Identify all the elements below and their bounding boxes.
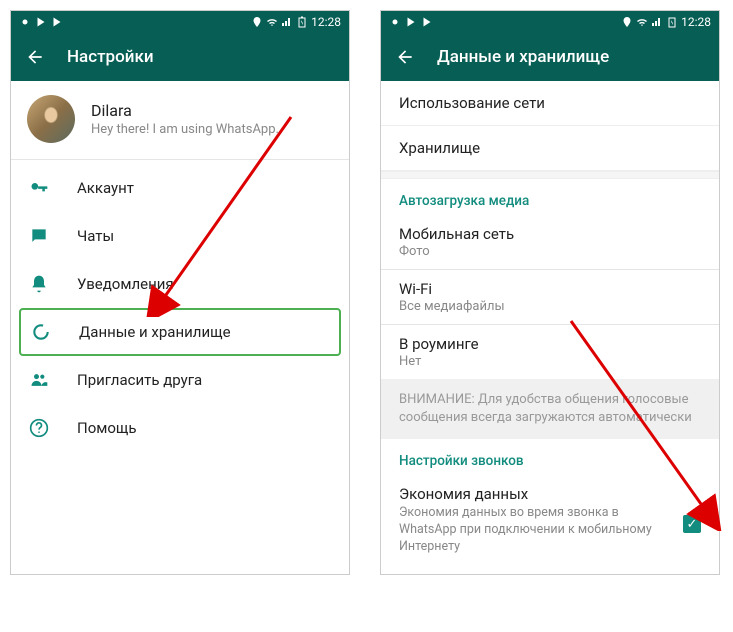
back-icon[interactable] [395,47,415,67]
checkbox-text: Экономия данных Экономия данных во время… [399,485,671,556]
menu-notifications[interactable]: Уведомления [11,260,349,308]
item-title: Хранилище [399,139,701,157]
battery-icon [666,16,678,28]
menu-data-storage[interactable]: Данные и хранилище [19,308,341,356]
location-icon [621,16,633,28]
bell-icon [29,274,49,294]
toolbar: Данные и хранилище [381,33,719,81]
play-icon [35,16,47,28]
toolbar-title: Данные и хранилище [437,47,609,67]
wifi-icon [636,16,648,28]
menu-help[interactable]: Помощь [11,404,349,452]
signal-icon [651,16,663,28]
menu-chats[interactable]: Чаты [11,212,349,260]
menu-label: Уведомления [77,275,174,293]
profile-row[interactable]: Dilara Hey there! I am using WhatsApp. [11,81,349,159]
chat-icon [29,226,49,246]
status-time: 12:28 [681,15,711,29]
wifi-icon [266,16,278,28]
section-header-media: Автозагрузка медиа [381,179,719,215]
item-title: Использование сети [399,94,701,112]
voice-message-notice: ВНИМАНИЕ: Для удобства общения голосовые… [381,379,719,439]
help-icon [29,418,49,438]
profile-status: Hey there! I am using WhatsApp. [91,122,279,137]
menu-label: Помощь [77,419,137,437]
play-icon [405,16,417,28]
item-value: Фото [399,244,701,259]
checkbox-desc: Экономия данных во время звонка в WhatsA… [399,505,671,556]
phone-left: 12:28 Настройки Dilara Hey there! I am u… [10,10,350,575]
profile-info: Dilara Hey there! I am using WhatsApp. [91,101,279,137]
menu-list: Аккаунт Чаты Уведомления Данные и хранил… [11,160,349,456]
section-header-calls: Настройки звонков [381,439,719,475]
menu-label: Данные и хранилище [79,323,231,341]
location-icon [251,16,263,28]
status-right: 12:28 [621,15,711,29]
status-bar: 12:28 [381,11,719,33]
item-title: В роуминге [399,335,701,353]
profile-name: Dilara [91,101,279,120]
toolbar-title: Настройки [67,47,154,67]
play-icon-2 [51,16,63,28]
status-bar: 12:28 [11,11,349,33]
data-usage-icon [31,322,51,342]
key-icon [29,178,49,198]
item-network-usage[interactable]: Использование сети [381,81,719,126]
menu-label: Аккаунт [77,179,134,197]
status-time: 12:28 [311,15,341,29]
item-title: Wi-Fi [399,280,701,298]
checkbox-checked-icon[interactable]: ✓ [683,515,701,533]
checkbox-title: Экономия данных [399,485,671,503]
play-icon-2 [421,16,433,28]
battery-icon [296,16,308,28]
item-storage[interactable]: Хранилище [381,126,719,171]
debug-icon [389,16,401,28]
status-left [19,16,63,28]
debug-icon [19,16,31,28]
item-value: Все медиафайлы [399,299,701,314]
status-left [389,16,433,28]
phone-right: 12:28 Данные и хранилище Использование с… [380,10,720,575]
signal-icon [281,16,293,28]
menu-label: Чаты [77,227,114,245]
item-title: Мобильная сеть [399,225,701,243]
back-icon[interactable] [25,47,45,67]
item-mobile-data[interactable]: Мобильная сеть Фото [381,215,719,269]
avatar [27,95,75,143]
item-value: Нет [399,354,701,369]
menu-account[interactable]: Аккаунт [11,164,349,212]
menu-invite[interactable]: Пригласить друга [11,356,349,404]
toolbar: Настройки [11,33,349,81]
people-icon [29,370,49,390]
item-roaming[interactable]: В роуминге Нет [381,325,719,379]
menu-label: Пригласить друга [77,371,202,389]
section-spacer [381,171,719,179]
status-right: 12:28 [251,15,341,29]
item-low-data-usage[interactable]: Экономия данных Экономия данных во время… [381,475,719,574]
item-wifi[interactable]: Wi-Fi Все медиафайлы [381,270,719,324]
